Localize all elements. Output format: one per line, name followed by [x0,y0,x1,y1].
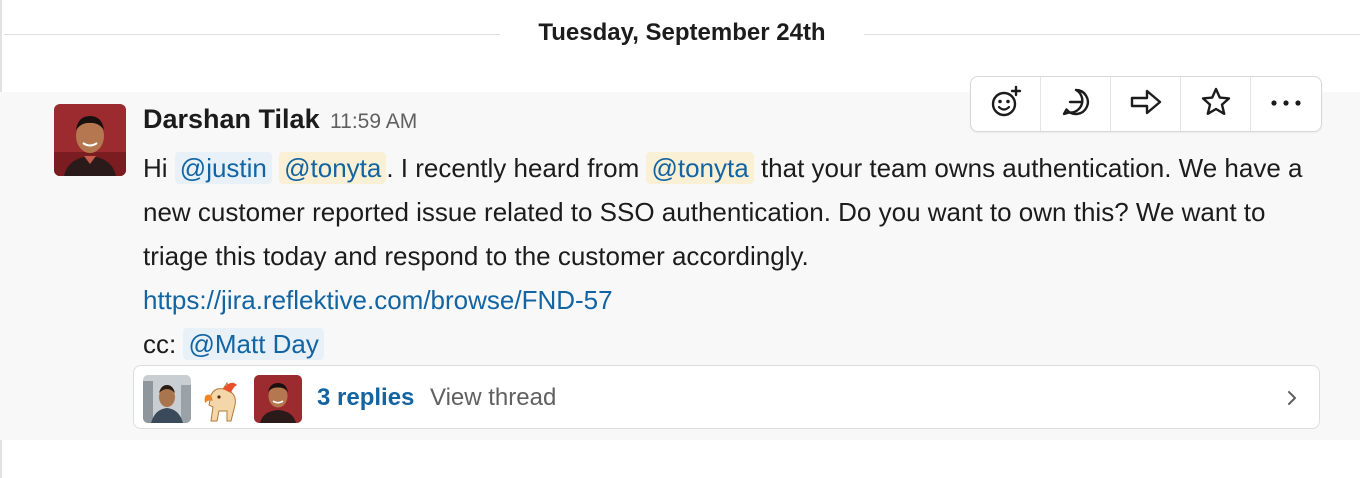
star-icon [1200,86,1232,123]
mention-matt-day[interactable]: @Matt Day [183,328,324,360]
date-divider-label[interactable]: Tuesday, September 24th [500,16,864,50]
author-avatar[interactable] [54,104,126,176]
divider-line-right [864,34,1360,35]
more-actions-icon [1269,95,1303,113]
share-message-button[interactable] [1111,77,1181,131]
message: Darshan Tilak 11:59 AM Hi @justin @tonyt… [0,92,1360,440]
add-reaction-icon [989,85,1023,124]
message-actions-toolbar [970,76,1322,132]
divider-line-left [4,34,500,35]
replies-count-link[interactable]: 3 replies [317,366,414,430]
more-actions-button[interactable] [1251,77,1321,131]
message-timestamp[interactable]: 11:59 AM [330,110,417,133]
chevron-right-icon [1282,387,1302,409]
share-icon [1129,87,1163,122]
reply-avatar-1 [143,375,191,423]
author-name[interactable]: Darshan Tilak [143,104,320,134]
message-header: Darshan Tilak 11:59 AM [143,104,417,138]
message-body: Hi @justin @tonyta. I recently heard fro… [143,146,1333,366]
reply-in-thread-icon [1060,86,1092,123]
save-star-button[interactable] [1181,77,1251,131]
date-divider: Tuesday, September 24th [0,0,1360,64]
reply-in-thread-button[interactable] [1041,77,1111,131]
reply-avatar-3 [254,375,302,423]
thread-bar[interactable]: 3 replies View thread [133,365,1320,429]
jira-link[interactable]: https://jira.reflektive.com/browse/FND-5… [143,285,613,315]
view-thread-label[interactable]: View thread [430,366,556,430]
message-text-1: . I recently heard from [386,153,640,183]
mention-tonyta[interactable]: @tonyta [279,152,387,184]
mention-tonyta-2[interactable]: @tonyta [646,152,754,184]
add-reaction-button[interactable] [971,77,1041,131]
cc-label: cc: [143,329,177,359]
mention-justin[interactable]: @justin [174,152,272,184]
greeting-text: Hi [143,153,168,183]
reply-avatar-2 [197,375,245,423]
